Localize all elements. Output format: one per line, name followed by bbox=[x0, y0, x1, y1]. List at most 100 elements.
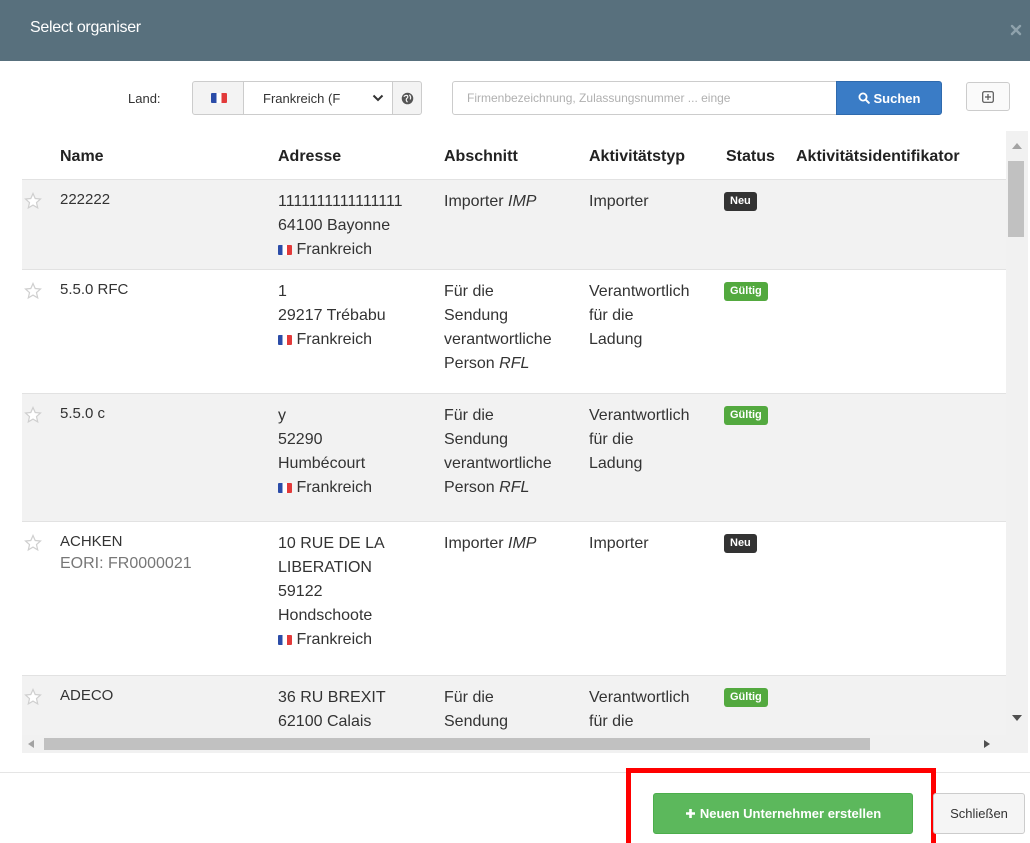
plus-square-icon bbox=[982, 91, 994, 103]
address-country: Frankreich bbox=[278, 328, 386, 352]
vertical-scrollbar[interactable] bbox=[1006, 131, 1028, 735]
section-line: Person bbox=[444, 479, 495, 496]
status-badge: Neu bbox=[724, 192, 757, 211]
scroll-left-icon[interactable] bbox=[28, 740, 34, 748]
row-name: 5.5.0 c bbox=[60, 405, 106, 422]
row-status: Neu bbox=[724, 530, 757, 554]
section-text: Importer bbox=[444, 193, 504, 210]
star-icon[interactable] bbox=[24, 282, 42, 300]
organiser-table: Name Adresse Abschnitt Aktivitätstyp Sta… bbox=[22, 131, 1028, 753]
row-address: 10 RUE DE LA LIBERATION 59122 Hondschoot… bbox=[278, 532, 385, 652]
scroll-down-icon[interactable] bbox=[1012, 715, 1022, 721]
address-line: Hondschoote bbox=[278, 607, 373, 624]
activity-line: für die bbox=[589, 431, 634, 448]
column-address[interactable]: Adresse bbox=[278, 148, 341, 166]
address-line: LIBERATION bbox=[278, 559, 372, 576]
table-row[interactable]: 222222 1111111111111111 64100 Bayonne Fr… bbox=[22, 179, 1006, 269]
france-flag-icon bbox=[211, 93, 227, 103]
star-icon[interactable] bbox=[24, 192, 42, 210]
section-code: IMP bbox=[508, 193, 537, 210]
status-badge: Neu bbox=[724, 534, 757, 553]
row-section: Importer IMP bbox=[444, 532, 536, 556]
france-flag-icon bbox=[278, 634, 292, 645]
section-line: verantwortliche bbox=[444, 455, 552, 472]
search-button[interactable]: Suchen bbox=[836, 81, 942, 115]
advanced-search-toggle[interactable] bbox=[966, 82, 1010, 111]
address-country: Frankreich bbox=[278, 628, 385, 652]
address-line: 62100 Calais bbox=[278, 713, 372, 730]
table-row[interactable]: ACHKEN EORI: FR0000021 10 RUE DE LA LIBE… bbox=[22, 521, 1006, 675]
address-line: 1111111111111111 bbox=[278, 193, 403, 210]
vertical-scroll-thumb[interactable] bbox=[1008, 161, 1024, 237]
row-activity: Verantwortlich für die Ladung bbox=[589, 404, 690, 476]
row-activity: Verantwortlich für die bbox=[589, 686, 690, 734]
globe-button[interactable] bbox=[392, 81, 422, 115]
land-label: Land: bbox=[128, 91, 161, 106]
section-code: RFL bbox=[499, 355, 530, 372]
scroll-up-icon[interactable] bbox=[1012, 143, 1022, 149]
create-organiser-button[interactable]: Neuen Unternehmer erstellen bbox=[653, 793, 913, 834]
address-country: Frankreich bbox=[278, 238, 403, 262]
section-line: Für die bbox=[444, 283, 494, 300]
row-status: Gültig bbox=[724, 278, 768, 302]
row-status: Gültig bbox=[724, 402, 768, 426]
star-icon[interactable] bbox=[24, 534, 42, 552]
country-select-value: Frankreich (F bbox=[263, 91, 341, 106]
address-line: 10 RUE DE LA bbox=[278, 535, 385, 552]
row-activity: Verantwortlich für die Ladung bbox=[589, 280, 690, 352]
create-organiser-label: Neuen Unternehmer erstellen bbox=[699, 806, 882, 821]
row-section: Importer IMP bbox=[444, 190, 536, 214]
scroll-right-icon[interactable] bbox=[984, 740, 990, 748]
activity-line: für die bbox=[589, 713, 634, 730]
address-line: 64100 Bayonne bbox=[278, 217, 391, 234]
row-status: Gültig bbox=[724, 684, 768, 708]
organiser-name: ACHKEN bbox=[60, 533, 123, 550]
star-icon[interactable] bbox=[24, 406, 42, 424]
address-country: Frankreich bbox=[278, 476, 372, 500]
row-section: Für die Sendung verantwortliche Person R… bbox=[444, 404, 552, 500]
address-line: 29217 Trébabu bbox=[278, 307, 386, 324]
section-line: Sendung bbox=[444, 713, 509, 730]
address-line: 52290 bbox=[278, 431, 323, 448]
column-activity-type[interactable]: Aktivitätstyp bbox=[589, 148, 685, 166]
globe-icon bbox=[401, 92, 414, 105]
status-badge: Gültig bbox=[724, 282, 768, 301]
row-name: 5.5.0 RFC bbox=[60, 281, 129, 298]
chevron-down-icon bbox=[372, 94, 384, 102]
section-code: IMP bbox=[508, 535, 537, 552]
section-text: Importer bbox=[444, 535, 504, 552]
country-flag-addon bbox=[192, 81, 244, 115]
search-input[interactable] bbox=[452, 81, 837, 115]
activity-line: Ladung bbox=[589, 331, 643, 348]
column-activity-id[interactable]: Aktivitätsidentifikator bbox=[796, 148, 960, 166]
search-toolbar: Land: Frankreich (F Suchen bbox=[0, 61, 1030, 131]
activity-line: Verantwortlich bbox=[589, 283, 690, 300]
close-icon[interactable] bbox=[1010, 24, 1022, 36]
table-body: 222222 1111111111111111 64100 Bayonne Fr… bbox=[22, 179, 1006, 735]
section-code: RFL bbox=[499, 479, 530, 496]
eori-number: EORI: FR0000021 bbox=[60, 555, 192, 572]
star-icon[interactable] bbox=[24, 688, 42, 706]
table-row[interactable]: 5.5.0 c y 52290 Humbécourt Frankreich Fü… bbox=[22, 393, 1006, 521]
activity-line: für die bbox=[589, 307, 634, 324]
section-line: Sendung bbox=[444, 307, 509, 324]
row-address: 36 RU BREXIT 62100 Calais bbox=[278, 686, 386, 734]
country-select[interactable]: Frankreich (F bbox=[243, 81, 393, 115]
column-status[interactable]: Status bbox=[726, 148, 775, 166]
section-line: Sendung bbox=[444, 431, 509, 448]
column-name[interactable]: Name bbox=[60, 148, 104, 166]
horizontal-scrollbar[interactable] bbox=[22, 735, 1028, 753]
table-row[interactable]: 5.5.0 RFC 1 29217 Trébabu Frankreich Für… bbox=[22, 269, 1006, 393]
address-line: y bbox=[278, 407, 286, 424]
close-button[interactable]: Schließen bbox=[933, 793, 1025, 834]
country-name: Frankreich bbox=[296, 479, 373, 496]
modal-header: Select organiser bbox=[0, 0, 1030, 61]
horizontal-scroll-thumb[interactable] bbox=[44, 738, 870, 750]
column-section[interactable]: Abschnitt bbox=[444, 148, 518, 166]
table-row[interactable]: ADECO 36 RU BREXIT 62100 Calais Für die … bbox=[22, 675, 1006, 735]
row-address: 1 29217 Trébabu Frankreich bbox=[278, 280, 386, 352]
row-section: Für die Sendung bbox=[444, 686, 508, 734]
activity-line: Ladung bbox=[589, 455, 643, 472]
status-badge: Gültig bbox=[724, 406, 768, 425]
status-badge: Gültig bbox=[724, 688, 768, 707]
